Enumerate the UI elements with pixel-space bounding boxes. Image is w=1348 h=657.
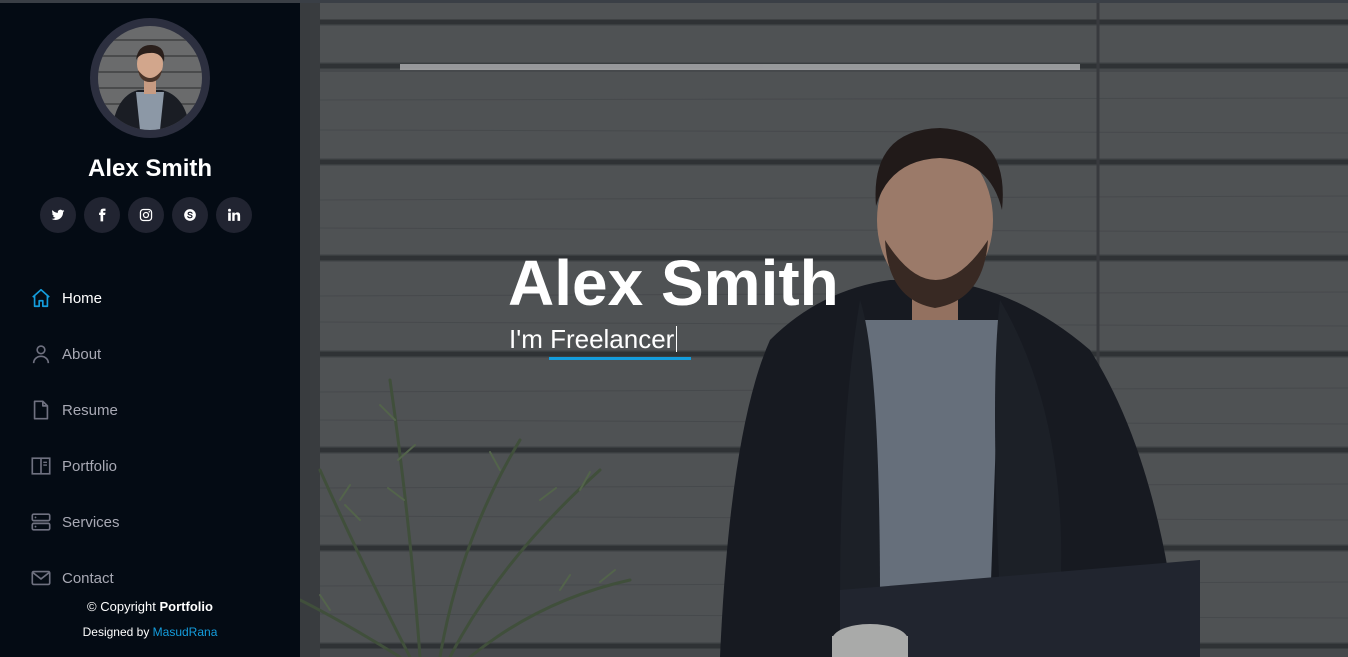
hero-subtitle: I'm Freelancer — [509, 324, 678, 355]
nav-label-portfolio: Portfolio — [62, 457, 118, 475]
nav-item-about[interactable]: About — [30, 326, 120, 382]
nav-item-home[interactable]: Home — [30, 270, 120, 326]
sidebar: Alex Smith Home About Resume Portfolio S… — [0, 0, 300, 657]
linkedin-link[interactable] — [216, 197, 252, 233]
person-icon — [30, 343, 52, 365]
social-links — [40, 197, 252, 233]
avatar — [98, 26, 202, 130]
hero-title: Alex Smith — [508, 247, 839, 319]
instagram-link[interactable] — [128, 197, 164, 233]
avatar-frame — [90, 18, 210, 138]
nav-item-resume[interactable]: Resume — [30, 382, 120, 438]
copyright-prefix: © Copyright — [87, 599, 160, 614]
home-icon — [30, 287, 52, 309]
twitter-link[interactable] — [40, 197, 76, 233]
skype-link[interactable] — [172, 197, 208, 233]
nav-item-contact[interactable]: Contact — [30, 550, 120, 606]
nav-label-services: Services — [62, 513, 120, 531]
linkedin-icon — [227, 208, 241, 222]
typing-cursor — [676, 326, 678, 352]
skype-icon — [183, 208, 197, 222]
instagram-icon — [139, 208, 153, 222]
facebook-icon — [95, 208, 109, 222]
nav-label-resume: Resume — [62, 401, 118, 419]
nav-label-about: About — [62, 345, 102, 363]
copyright: © Copyright Portfolio — [0, 599, 300, 614]
designer-link[interactable]: MasudRana — [153, 625, 218, 639]
facebook-link[interactable] — [84, 197, 120, 233]
credits: Designed by MasudRana — [0, 625, 300, 639]
envelope-icon — [30, 567, 52, 589]
nav-item-services[interactable]: Services — [30, 494, 120, 550]
hero-section: Alex Smith I'm Freelancer — [300, 0, 1348, 657]
file-icon — [30, 399, 52, 421]
profile-name: Alex Smith — [87, 155, 213, 182]
top-strip — [0, 0, 1348, 3]
book-icon — [30, 455, 52, 477]
twitter-icon — [51, 208, 65, 222]
subtitle-underline — [549, 357, 691, 360]
nav-item-portfolio[interactable]: Portfolio — [30, 438, 120, 494]
main-nav: Home About Resume Portfolio Services Con… — [30, 270, 120, 606]
nav-label-home: Home — [62, 289, 103, 307]
copyright-brand: Portfolio — [159, 599, 213, 614]
nav-label-contact: Contact — [62, 569, 114, 587]
hero-background-image — [300, 0, 1348, 657]
server-icon — [30, 511, 52, 533]
credits-prefix: Designed by — [82, 625, 153, 639]
hero-subtitle-text: I'm Freelancer — [509, 324, 675, 354]
